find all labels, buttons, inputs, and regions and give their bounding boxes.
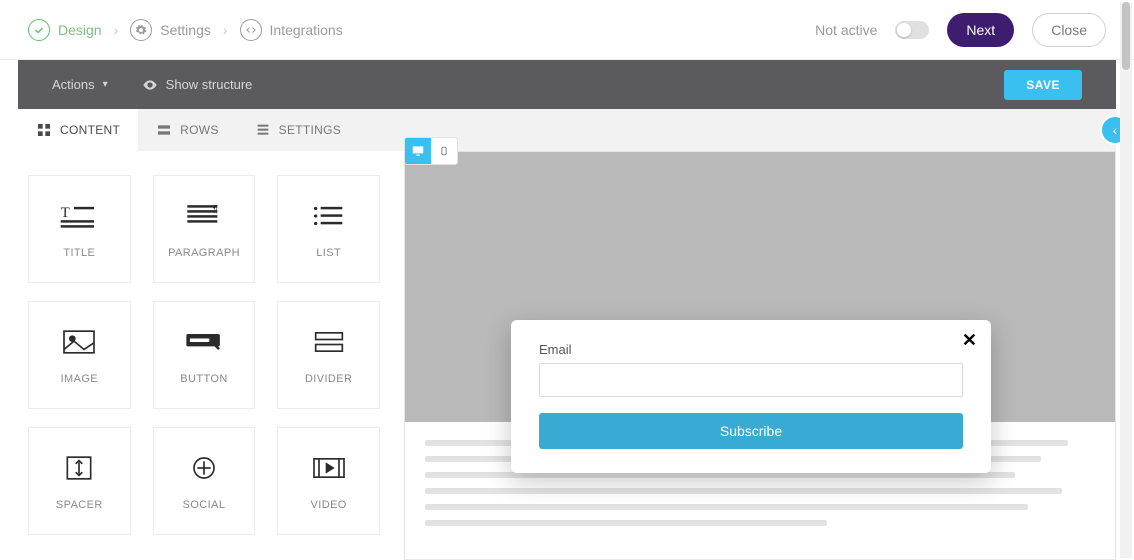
tab-rows[interactable]: ROWS — [138, 109, 237, 151]
action-bar: Actions ▾ Show structure SAVE — [18, 60, 1116, 109]
eye-icon — [142, 77, 158, 93]
close-button[interactable]: Close — [1032, 13, 1106, 47]
skeleton-line — [425, 520, 827, 526]
block-image[interactable]: IMAGE — [28, 301, 131, 409]
chevron-down-icon: ▾ — [103, 79, 108, 90]
close-icon[interactable]: ✕ — [962, 330, 977, 351]
svg-text:T: T — [61, 205, 70, 221]
block-title[interactable]: T TITLE — [28, 175, 131, 283]
tab-label: SETTINGS — [279, 123, 341, 137]
image-icon — [55, 325, 103, 359]
subscribe-button[interactable]: Subscribe — [539, 413, 963, 449]
device-desktop[interactable] — [405, 138, 431, 164]
block-label: SOCIAL — [183, 499, 226, 511]
rows-icon — [156, 122, 172, 138]
spacer-icon — [55, 451, 103, 485]
grid-icon — [36, 122, 52, 138]
block-divider[interactable]: DIVIDER — [277, 301, 380, 409]
desktop-icon — [411, 144, 425, 158]
block-label: BUTTON — [180, 373, 227, 385]
breadcrumb-step-settings[interactable]: Settings — [130, 19, 211, 41]
tab-label: CONTENT — [60, 123, 120, 137]
block-paragraph[interactable]: ¶ PARAGRAPH — [153, 175, 256, 283]
skeleton-line — [425, 504, 1028, 510]
button-icon — [180, 325, 228, 359]
top-header: Design › Settings › Integrations Not act… — [0, 0, 1134, 60]
top-right-controls: Not active Next Close — [815, 13, 1106, 47]
mobile-icon — [439, 144, 449, 158]
device-switch — [404, 137, 458, 165]
actions-dropdown[interactable]: Actions ▾ — [52, 77, 108, 92]
breadcrumb-label: Design — [58, 22, 102, 38]
block-label: DIVIDER — [305, 373, 352, 385]
save-button[interactable]: SAVE — [1004, 70, 1082, 100]
block-label: SPACER — [56, 499, 103, 511]
subscribe-popup: ✕ Email Subscribe — [511, 320, 991, 473]
main-area: T TITLE ¶ PARAGRAPH LIST IMAGE — [18, 151, 1116, 560]
title-icon: T — [55, 199, 103, 233]
block-social[interactable]: SOCIAL — [153, 427, 256, 535]
gear-icon — [130, 19, 152, 41]
blocks-sidebar: T TITLE ¶ PARAGRAPH LIST IMAGE — [18, 151, 390, 560]
actions-label: Actions — [52, 77, 95, 92]
block-label: PARAGRAPH — [168, 247, 240, 259]
divider-icon — [305, 325, 353, 359]
block-spacer[interactable]: SPACER — [28, 427, 131, 535]
device-mobile[interactable] — [431, 138, 457, 164]
next-button[interactable]: Next — [947, 13, 1014, 47]
block-label: LIST — [316, 247, 341, 259]
breadcrumb-label: Settings — [160, 22, 211, 38]
active-toggle[interactable] — [895, 21, 929, 39]
block-button[interactable]: BUTTON — [153, 301, 256, 409]
show-structure-label: Show structure — [166, 77, 253, 92]
breadcrumb: Design › Settings › Integrations — [28, 19, 343, 41]
canvas-wrapper: ✕ Email Subscribe — [390, 151, 1116, 560]
show-structure-toggle[interactable]: Show structure — [142, 77, 253, 93]
checkmark-icon — [28, 19, 50, 41]
block-video[interactable]: VIDEO — [277, 427, 380, 535]
breadcrumb-step-integrations[interactable]: Integrations — [240, 19, 343, 41]
paragraph-icon: ¶ — [180, 199, 228, 233]
code-icon — [240, 19, 262, 41]
block-label: IMAGE — [61, 373, 98, 385]
tab-settings[interactable]: SETTINGS — [237, 109, 359, 151]
skeleton-line — [425, 488, 1062, 494]
block-list[interactable]: LIST — [277, 175, 380, 283]
chevron-right-icon: › — [223, 22, 228, 38]
scrollbar[interactable] — [1120, 2, 1132, 558]
block-label: VIDEO — [311, 499, 347, 511]
list-icon — [305, 199, 353, 233]
email-field[interactable] — [539, 363, 963, 397]
chevron-right-icon: › — [114, 22, 119, 38]
block-label: TITLE — [63, 247, 95, 259]
scrollbar-thumb[interactable] — [1122, 2, 1130, 70]
tab-content[interactable]: CONTENT — [18, 109, 138, 151]
tab-label: ROWS — [180, 123, 219, 137]
svg-text:¶: ¶ — [212, 204, 217, 215]
sidebar-tab-bar: CONTENT ROWS SETTINGS ‹ — [18, 109, 1116, 151]
breadcrumb-step-design[interactable]: Design — [28, 19, 102, 41]
preview-canvas[interactable]: ✕ Email Subscribe — [404, 151, 1116, 560]
sliders-icon — [255, 122, 271, 138]
breadcrumb-label: Integrations — [270, 22, 343, 38]
video-icon — [305, 451, 353, 485]
status-not-active: Not active — [815, 22, 877, 38]
email-label: Email — [539, 342, 963, 357]
chevron-left-icon: ‹ — [1113, 122, 1118, 138]
social-icon — [180, 451, 228, 485]
